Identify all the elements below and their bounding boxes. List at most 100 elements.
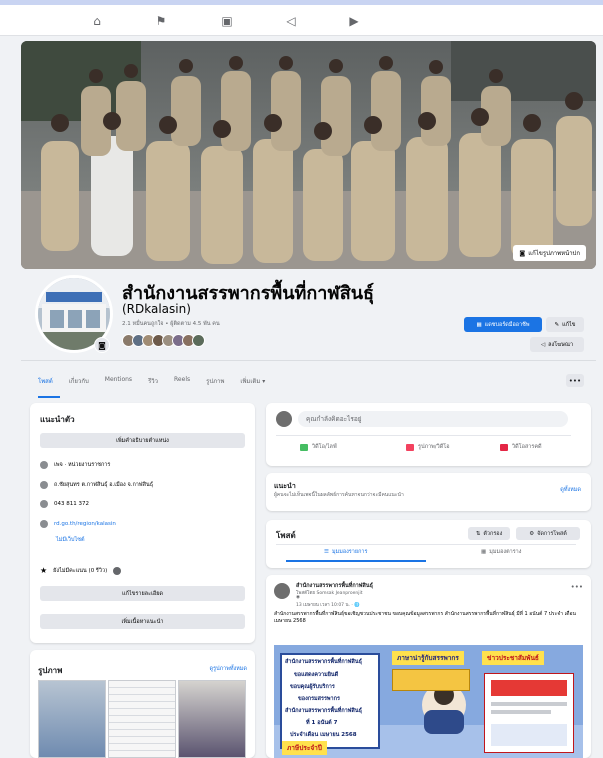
list-view-label: มุมมองรายการ — [331, 549, 368, 555]
flag-icon[interactable]: ⚑ — [152, 13, 170, 29]
filter-icon: ⇅ — [475, 530, 481, 537]
recommend-see-all-link[interactable]: ดูทั้งหมด — [560, 486, 581, 494]
cover-photo-image — [21, 41, 596, 269]
recommend-card: แนะนำ ผู้คนจะไม่เห็นเพจนี้ในผลลัพธ์การค้… — [266, 473, 591, 511]
photos-card: รูปภาพ ดูรูปภาพทั้งหมด — [30, 650, 255, 758]
poster-tag: ภาษาน่ารู้กับสรรพากร — [392, 651, 464, 665]
tab-about[interactable]: เกี่ยวกับ — [69, 376, 89, 386]
professional-dashboard-button[interactable]: ▦ แดชบอร์ดมืออาชีพ — [464, 317, 542, 332]
intro-address-row: ถ.ชัยสุนทร ต.กาฬสินธุ์ อ.เมือง จ.กาฬสินธ… — [40, 481, 153, 489]
intro-website-row: rd.go.th/region/kalasin — [40, 520, 116, 528]
profile-camera-button[interactable]: ◙ — [94, 337, 110, 353]
list-icon: ☰ — [324, 549, 329, 555]
top-navigation-bar: ⌂ ⚑ ▣ ◁ ▶ — [0, 0, 603, 36]
marketplace-icon[interactable]: ▣ — [218, 13, 236, 29]
poster-news-header — [491, 680, 567, 696]
intro-address: ถ.ชัยสุนทร ต.กาฬสินธุ์ อ.เมือง จ.กาฬสินธ… — [54, 482, 154, 488]
page-handle: (RDkalasin) — [122, 302, 191, 316]
posts-divider — [276, 544, 576, 545]
page-stats[interactable]: 2.1 หมื่นคนถูกใจ • ผู้ติดตาม 4.5 พัน คน — [122, 320, 220, 328]
advertise-button[interactable]: ◁ ลงโฆษณา — [530, 337, 584, 352]
add-bio-button[interactable]: เพิ่มคำอธิบายตำแหน่ง — [40, 433, 245, 448]
composer-divider — [276, 435, 571, 436]
intro-phone-row: 043 811 372 — [40, 500, 89, 508]
poster-tag: ข่าวประชาสัมพันธ์ — [482, 651, 544, 665]
composer-input[interactable]: คุณกำลังคิดอะไรอยู่ — [298, 411, 568, 427]
edit-page-label: แก้ไข — [562, 321, 576, 328]
tab-more[interactable]: เพิ่มเติม ▾ — [240, 376, 265, 386]
poster-news-line — [491, 702, 567, 706]
post-byline[interactable]: โพสต์โดย Somsak Jeanproenjit — [296, 589, 363, 596]
see-all-photos-link[interactable]: ดูรูปภาพทั้งหมด — [210, 665, 248, 673]
advertise-label: ลงโฆษณา — [548, 341, 574, 348]
tab-photos[interactable]: รูปภาพ — [206, 376, 224, 386]
megaphone-icon: ◁ — [540, 341, 546, 348]
reel-button[interactable]: วิดีโอสารคดี — [500, 443, 542, 451]
post-timestamp[interactable]: 13 เมษายน เวลา 10:07 น. · 🌐 — [296, 601, 360, 608]
info-icon — [40, 461, 48, 469]
follower-avatars[interactable] — [122, 334, 205, 347]
tabs-divider — [21, 360, 596, 361]
grid-icon: ▦ — [481, 549, 487, 555]
intro-website-link[interactable]: rd.go.th/region/kalasin — [54, 521, 116, 527]
intro-category-row: เพจ · หน่วยงานราชการ — [40, 461, 110, 469]
edit-cover-button[interactable]: ◙ แก้ไขรูปภาพหน้าปก — [513, 245, 586, 261]
professional-dashboard-label: แดชบอร์ดมืออาชีพ — [484, 321, 530, 328]
tab-posts[interactable]: โพสต์ — [38, 376, 53, 386]
intro-category: เพจ · หน่วยงานราชการ — [54, 462, 111, 468]
dashboard-icon: ▦ — [476, 321, 482, 328]
edit-cover-label: แก้ไขรูปภาพหน้าปก — [528, 250, 580, 257]
star-icon: ★ — [40, 566, 48, 575]
tab-list-view[interactable]: ☰ มุมมองรายการ — [324, 548, 367, 556]
tabs-more-button[interactable]: ••• — [566, 374, 584, 387]
poster-tag: ภาษีประจำปี — [282, 741, 327, 755]
live-video-button[interactable]: วิดีโอ/ไลฟ์ — [300, 443, 337, 451]
photo-thumbnail[interactable] — [108, 680, 176, 758]
poster-line: ที่ 1 อนันต์ 7 — [306, 720, 338, 726]
poster-line: สำนักงานสรรพากรพื้นที่กาฬสินธุ์ — [285, 659, 362, 665]
location-icon — [40, 481, 48, 489]
manage-posts-label: จัดการโพสต์ — [537, 530, 567, 537]
filter-button[interactable]: ⇅ ตัวกรอง — [468, 527, 510, 540]
poster-line: ประจำเดือน เมษายน 2568 — [290, 732, 357, 738]
tab-mentions[interactable]: Mentions — [105, 376, 132, 386]
reel-icon — [500, 443, 508, 451]
cover-photo: ◙ แก้ไขรูปภาพหน้าปก — [21, 41, 596, 269]
post-location-icon: ◉ — [296, 595, 300, 600]
post-author-avatar[interactable] — [274, 583, 290, 599]
top-accent-bar — [0, 0, 603, 5]
poster-line: ขอบคุณผู้รับบริการ — [290, 684, 335, 690]
info-icon[interactable] — [113, 566, 122, 575]
add-featured-button[interactable]: เพิ่มเนื้อหาแนะนำ — [40, 614, 245, 629]
photo-thumbnail[interactable] — [178, 680, 246, 758]
megaphone-icon[interactable]: ◁ — [282, 13, 300, 29]
globe-icon — [40, 520, 48, 528]
post-menu-button[interactable]: ••• — [571, 583, 583, 591]
active-posts-tab-indicator — [286, 560, 426, 562]
poster-line: สำนักงานสรรพากรพื้นที่กาฬสินธุ์ — [285, 708, 362, 714]
home-icon[interactable]: ⌂ — [88, 13, 106, 29]
video-icon — [300, 443, 308, 451]
page-tabs: โพสต์ เกี่ยวกับ Mentions รีวิว Reels รูป… — [38, 376, 265, 386]
poster-text-box: สำนักงานสรรพากรพื้นที่กาฬสินธุ์ ขอแสดงคว… — [280, 653, 380, 749]
poster-news-panel — [484, 673, 574, 753]
photo-video-button[interactable]: รูปภาพ/วิดีโอ — [406, 443, 450, 451]
edit-page-button[interactable]: ✎ แก้ไข — [546, 317, 584, 332]
manage-posts-button[interactable]: ⚙ จัดการโพสต์ — [516, 527, 580, 540]
photo-thumbnail[interactable] — [38, 680, 106, 758]
intro-card: แนะนำตัว เพิ่มคำอธิบายตำแหน่ง เพจ · หน่ว… — [30, 403, 255, 643]
tab-grid-view[interactable]: ▦ มุมมองตาราง — [481, 548, 521, 556]
post-image[interactable]: สำนักงานสรรพากรพื้นที่กาฬสินธุ์ ขอแสดงคว… — [274, 645, 583, 758]
intro-website-note[interactable]: ไม่มีเว็บไซต์ — [56, 536, 85, 544]
intro-rating: ยังไม่มีคะแนน (0 รีวิว) — [53, 567, 108, 574]
post-text: สำนักงานสรรพากรพื้นที่กาฬสินธุ์ขอเชิญชวน… — [274, 611, 576, 624]
photo-icon — [406, 443, 414, 451]
poster-banner — [392, 669, 470, 691]
tab-reels[interactable]: Reels — [174, 376, 190, 386]
edit-details-button[interactable]: แก้ไขรายละเอียด — [40, 586, 245, 601]
video-icon[interactable]: ▶ — [345, 13, 363, 29]
tab-reviews[interactable]: รีวิว — [148, 376, 158, 386]
posts-header-card: โพสต์ ⇅ ตัวกรอง ⚙ จัดการโพสต์ ☰ มุมมองรา… — [266, 520, 591, 568]
intro-website-note-row: ไม่มีเว็บไซต์ — [56, 536, 85, 544]
intro-rating-row: ★ ยังไม่มีคะแนน (0 รีวิว) — [40, 566, 122, 575]
